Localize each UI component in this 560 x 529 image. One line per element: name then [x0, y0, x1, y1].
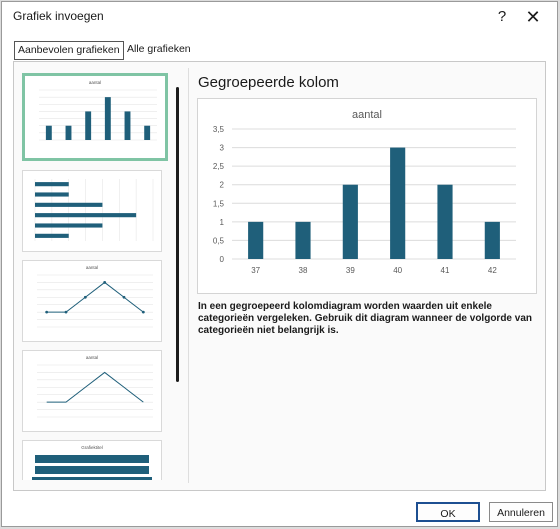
preview-heading: Gegroepeerde kolom	[198, 74, 339, 91]
panel-divider	[188, 68, 189, 483]
y-tick-label: 1,5	[213, 199, 225, 208]
x-tick-label: 38	[299, 266, 308, 275]
thumb-marker	[103, 281, 107, 284]
thumbnail-funnel[interactable]: Grafiektitel	[22, 440, 162, 480]
chart-preview-svg: aantal 0 0,5 1 1,5 2 2,5 3 3,5 37 38 39 40 41 42	[213, 109, 516, 275]
bar-chart-thumbnail-icon	[34, 179, 154, 241]
chart-preview: aantal 0 0,5 1 1,5 2 2,5 3 3,5 37 38 39 40 41 42	[197, 98, 537, 294]
thumb-bar	[35, 182, 69, 187]
thumbnail-list: aantal aantal aantal Grafiektitel	[22, 70, 182, 480]
y-tick-label: 0,5	[213, 236, 225, 245]
thumbnail-clustered-column[interactable]: aantal	[22, 73, 168, 161]
thumbnail-line[interactable]: aantal	[22, 350, 162, 432]
x-tick-label: 41	[441, 266, 450, 275]
thumb-bar	[35, 202, 103, 207]
thumb-bar	[104, 97, 111, 140]
thumb-bar	[144, 125, 151, 140]
thumb-funnel-bar	[35, 466, 149, 474]
thumb-funnel-bar	[32, 477, 152, 480]
bar	[248, 221, 264, 259]
x-tick-label: 39	[346, 266, 355, 275]
cancel-button[interactable]: Annuleren	[489, 502, 553, 522]
y-tick-label: 2	[220, 181, 225, 190]
thumb-title: aantal	[89, 80, 101, 85]
line-chart-thumbnail-icon: aantal	[37, 355, 153, 418]
bar	[342, 184, 358, 259]
funnel-chart-thumbnail-icon: Grafiektitel	[32, 445, 152, 480]
ok-button[interactable]: OK	[416, 502, 480, 522]
bar	[390, 147, 406, 259]
thumb-marker	[122, 295, 126, 299]
insert-chart-dialog: Grafiek invoegen ? ✕ Aanbevolen grafieke…	[1, 1, 558, 527]
tab-all-charts[interactable]: Alle grafieken	[124, 41, 194, 58]
column-chart-thumbnail-icon: aantal	[39, 80, 157, 141]
thumb-bar	[124, 111, 131, 140]
thumb-marker	[45, 310, 49, 314]
x-tick-label: 37	[251, 266, 260, 275]
chart-panel: aantal aantal aantal Grafiektitel Gegroe…	[13, 61, 546, 491]
y-tick-label: 2,5	[213, 162, 225, 171]
preview-description: In een gegroepeerd kolomdiagram worden w…	[198, 301, 532, 336]
x-tick-label: 40	[393, 266, 402, 275]
thumbnail-scrollbar[interactable]	[176, 87, 179, 382]
thumb-bar	[65, 125, 72, 140]
thumb-marker	[83, 295, 87, 299]
tab-recommended-charts[interactable]: Aanbevolen grafieken	[14, 41, 124, 60]
thumbnail-clustered-bar[interactable]	[22, 170, 162, 252]
close-icon[interactable]: ✕	[520, 5, 546, 29]
title-bar: Grafiek invoegen ? ✕	[2, 2, 557, 32]
thumb-marker	[141, 310, 145, 314]
x-tick-label: 42	[488, 266, 497, 275]
thumb-bar	[35, 213, 137, 218]
bar	[484, 221, 500, 259]
thumb-title: aantal	[86, 355, 98, 360]
help-icon[interactable]: ?	[490, 5, 514, 29]
thumb-title: aantal	[86, 265, 98, 270]
y-tick-label: 1	[220, 218, 225, 227]
bar	[437, 184, 453, 259]
thumb-bar	[45, 125, 52, 140]
thumb-bar	[35, 233, 69, 238]
bar	[295, 221, 311, 259]
thumb-bar	[85, 111, 92, 140]
y-tick-label: 0	[220, 255, 225, 264]
y-tick-label: 3	[220, 144, 225, 153]
thumb-title: Grafiektitel	[81, 445, 103, 450]
thumb-bar	[35, 223, 103, 228]
y-tick-label: 3,5	[213, 125, 225, 134]
thumb-bar	[35, 192, 69, 197]
thumbnail-line-markers[interactable]: aantal	[22, 260, 162, 342]
line-markers-thumbnail-icon: aantal	[37, 265, 153, 328]
thumb-funnel-bar	[35, 455, 149, 463]
dialog-title: Grafiek invoegen	[13, 9, 104, 23]
chart-title: aantal	[352, 109, 382, 121]
thumb-marker	[64, 310, 68, 314]
